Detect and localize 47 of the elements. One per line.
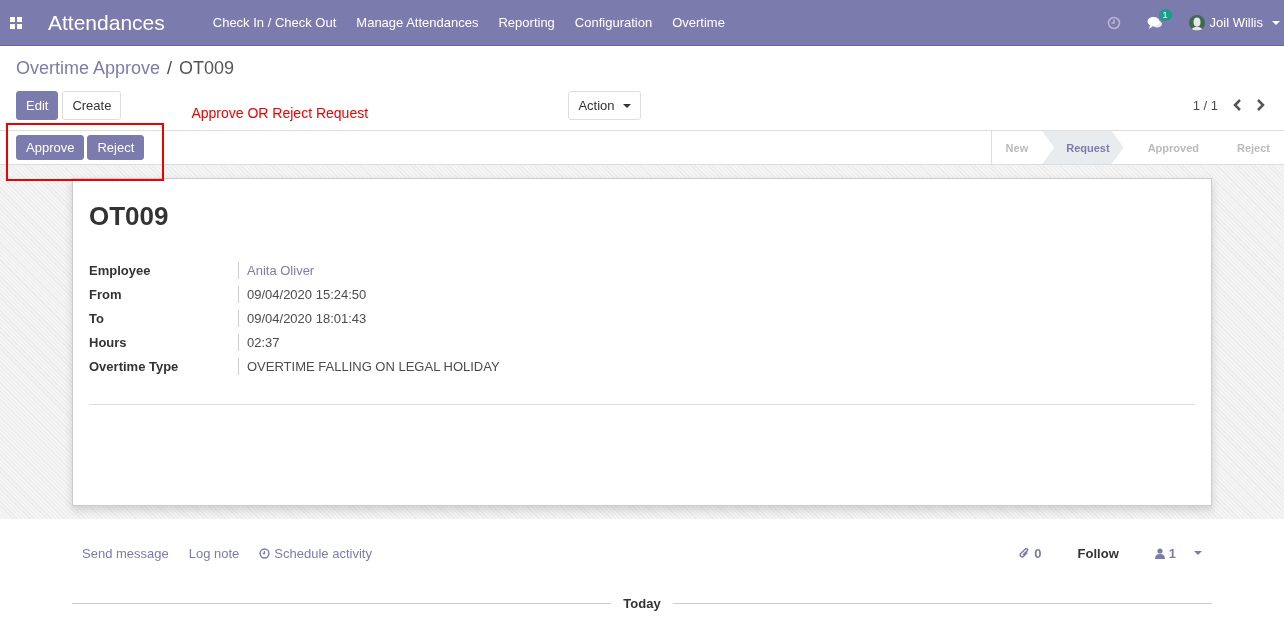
clock-icon[interactable]	[1106, 15, 1121, 30]
field-value: 09/04/2020 15:24:50	[246, 286, 368, 303]
field-label: Employee	[89, 262, 239, 279]
menu-item[interactable]: Configuration	[574, 15, 653, 30]
field-label: Overtime Type	[89, 358, 239, 375]
send-message-link[interactable]: Send message	[82, 545, 169, 561]
schedule-activity-link[interactable]: Schedule activity	[259, 545, 372, 561]
reject-button[interactable]: Reject	[87, 135, 145, 160]
approve-button[interactable]: Approve	[16, 135, 85, 160]
follow-button[interactable]: Follow	[1077, 545, 1119, 561]
breadcrumb-separator: /	[167, 58, 173, 80]
status-stage[interactable]: Request	[1042, 131, 1124, 164]
field-label: From	[89, 286, 239, 303]
user-menu[interactable]: Joil Willis	[1188, 14, 1280, 31]
menu-item[interactable]: Manage Attendances	[356, 15, 479, 30]
chat-icon[interactable]	[1146, 15, 1163, 30]
employee-link[interactable]: Anita Oliver	[239, 262, 500, 279]
create-button[interactable]: Create	[62, 90, 122, 120]
menu-item[interactable]: Reporting	[498, 15, 555, 30]
message-count-badge: 1	[1158, 8, 1172, 21]
breadcrumb-link[interactable]: Overtime Approve	[16, 58, 161, 82]
field-value: OVERTIME FALLING ON LEGAL HOLIDAY	[246, 358, 500, 375]
field-value: 09/04/2020 18:01:43	[246, 310, 368, 327]
apps-menu-icon[interactable]	[10, 16, 22, 29]
caret-icon	[1272, 20, 1280, 25]
avatar-icon	[1188, 14, 1205, 31]
menu-item[interactable]: Overtime	[672, 15, 725, 30]
log-note-link[interactable]: Log note	[188, 545, 240, 561]
next-icon[interactable]	[1256, 98, 1266, 112]
pager-counter: 1 / 1	[1192, 97, 1218, 113]
paperclip-icon	[1019, 547, 1031, 559]
field-label: Hours	[89, 334, 239, 351]
person-icon	[1154, 547, 1165, 559]
breadcrumb-current: OT009	[179, 58, 235, 80]
followers-button[interactable]: 1	[1154, 545, 1202, 561]
action-dropdown[interactable]: Action	[568, 90, 641, 120]
menu-item[interactable]: Check In / Check Out	[212, 15, 337, 30]
app-title: Attendances	[48, 10, 165, 35]
annotation-text: Approve OR Reject Request	[191, 105, 370, 121]
edit-button[interactable]: Edit	[16, 90, 59, 120]
date-separator: Today	[623, 596, 661, 611]
field-label: To	[89, 310, 239, 327]
clock-icon	[259, 547, 271, 559]
record-title: OT009	[89, 201, 170, 232]
attachments-button[interactable]: 0	[1019, 545, 1042, 561]
previous-icon[interactable]	[1232, 98, 1242, 112]
field-value: 02:37	[246, 334, 281, 351]
